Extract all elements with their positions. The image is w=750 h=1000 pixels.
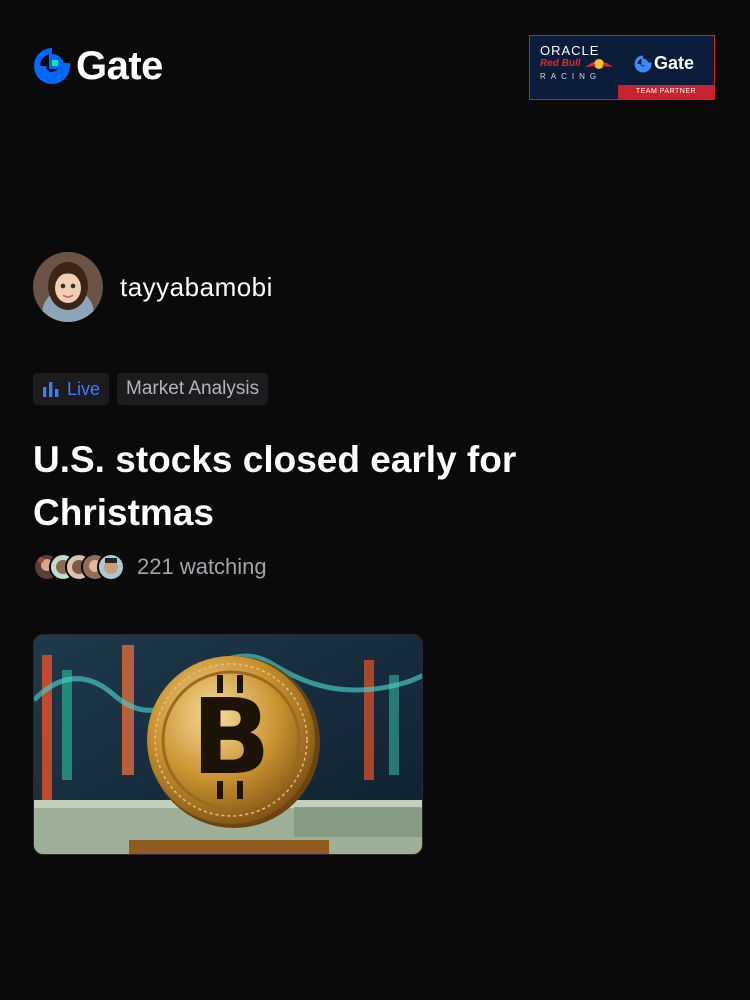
redbull-icon xyxy=(585,59,613,69)
partner-gate-icon xyxy=(634,55,652,72)
category-label: Market Analysis xyxy=(126,378,260,399)
partner-gate-text: Gate xyxy=(654,53,695,73)
watcher-avatars xyxy=(33,553,125,581)
category-tag[interactable]: Market Analysis xyxy=(117,373,269,405)
post-title[interactable]: U.S. stocks closed early for Christmas xyxy=(33,433,573,539)
post-tags: Live Market Analysis xyxy=(33,373,269,405)
bitcoin-coin-image: B xyxy=(34,635,422,854)
live-label: Live xyxy=(67,378,101,399)
live-tag[interactable]: Live xyxy=(33,373,110,405)
racing-text: RACING xyxy=(540,72,602,81)
gate-logo[interactable]: Gate xyxy=(34,46,163,86)
watching-row: 221 watching xyxy=(33,553,267,581)
live-bars-icon xyxy=(43,382,59,397)
team-partner-ribbon: TEAM PARTNER xyxy=(618,85,714,99)
redbull-text: Red Bull xyxy=(540,58,581,69)
author-row[interactable]: tayyabamobi xyxy=(33,252,273,322)
partner-gate-logo: Gate xyxy=(634,53,694,74)
gate-logo-icon xyxy=(34,48,70,84)
oracle-text: ORACLE xyxy=(540,43,600,58)
post-cover-image[interactable]: B xyxy=(33,634,423,855)
watching-count: 221 watching xyxy=(137,554,267,579)
author-name[interactable]: tayyabamobi xyxy=(120,272,273,303)
partner-badge: ORACLE Red Bull RACING Gate TEAM PARTNER xyxy=(529,35,715,100)
gate-logo-text: Gate xyxy=(76,44,163,88)
author-avatar[interactable] xyxy=(33,252,103,322)
watcher-avatar xyxy=(97,553,125,581)
svg-text:B: B xyxy=(191,676,270,798)
